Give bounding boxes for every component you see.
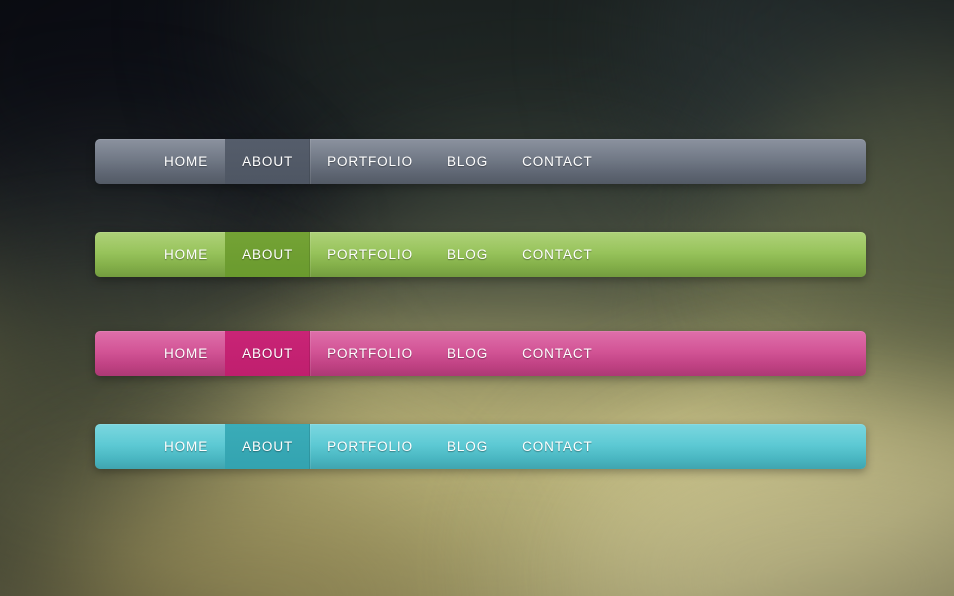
nav-item-about[interactable]: ABOUT (225, 232, 311, 277)
nav-item-home[interactable]: HOME (147, 232, 225, 277)
cyan-navbar[interactable]: HOME ABOUT PORTFOLIO BLOG CONTACT (95, 424, 866, 469)
nav-item-portfolio[interactable]: PORTFOLIO (310, 424, 430, 469)
nav-item-home[interactable]: HOME (147, 424, 225, 469)
nav-item-about[interactable]: ABOUT (225, 139, 311, 184)
nav-item-blog[interactable]: BLOG (430, 424, 505, 469)
nav-item-blog[interactable]: BLOG (430, 139, 505, 184)
nav-item-portfolio[interactable]: PORTFOLIO (310, 232, 430, 277)
nav-item-contact[interactable]: CONTACT (505, 139, 610, 184)
slate-navbar[interactable]: HOME ABOUT PORTFOLIO BLOG CONTACT (95, 139, 866, 184)
nav-item-home[interactable]: HOME (147, 139, 225, 184)
nav-item-contact[interactable]: CONTACT (505, 331, 610, 376)
nav-item-portfolio[interactable]: PORTFOLIO (310, 139, 430, 184)
pink-navbar[interactable]: HOME ABOUT PORTFOLIO BLOG CONTACT (95, 331, 866, 376)
nav-item-portfolio[interactable]: PORTFOLIO (310, 331, 430, 376)
navbar-collection: HOME ABOUT PORTFOLIO BLOG CONTACT HOME A… (0, 0, 954, 596)
green-navbar[interactable]: HOME ABOUT PORTFOLIO BLOG CONTACT (95, 232, 866, 277)
nav-item-blog[interactable]: BLOG (430, 232, 505, 277)
nav-item-blog[interactable]: BLOG (430, 331, 505, 376)
nav-item-about[interactable]: ABOUT (225, 331, 311, 376)
nav-item-contact[interactable]: CONTACT (505, 232, 610, 277)
nav-item-about[interactable]: ABOUT (225, 424, 311, 469)
nav-item-home[interactable]: HOME (147, 331, 225, 376)
nav-item-contact[interactable]: CONTACT (505, 424, 610, 469)
